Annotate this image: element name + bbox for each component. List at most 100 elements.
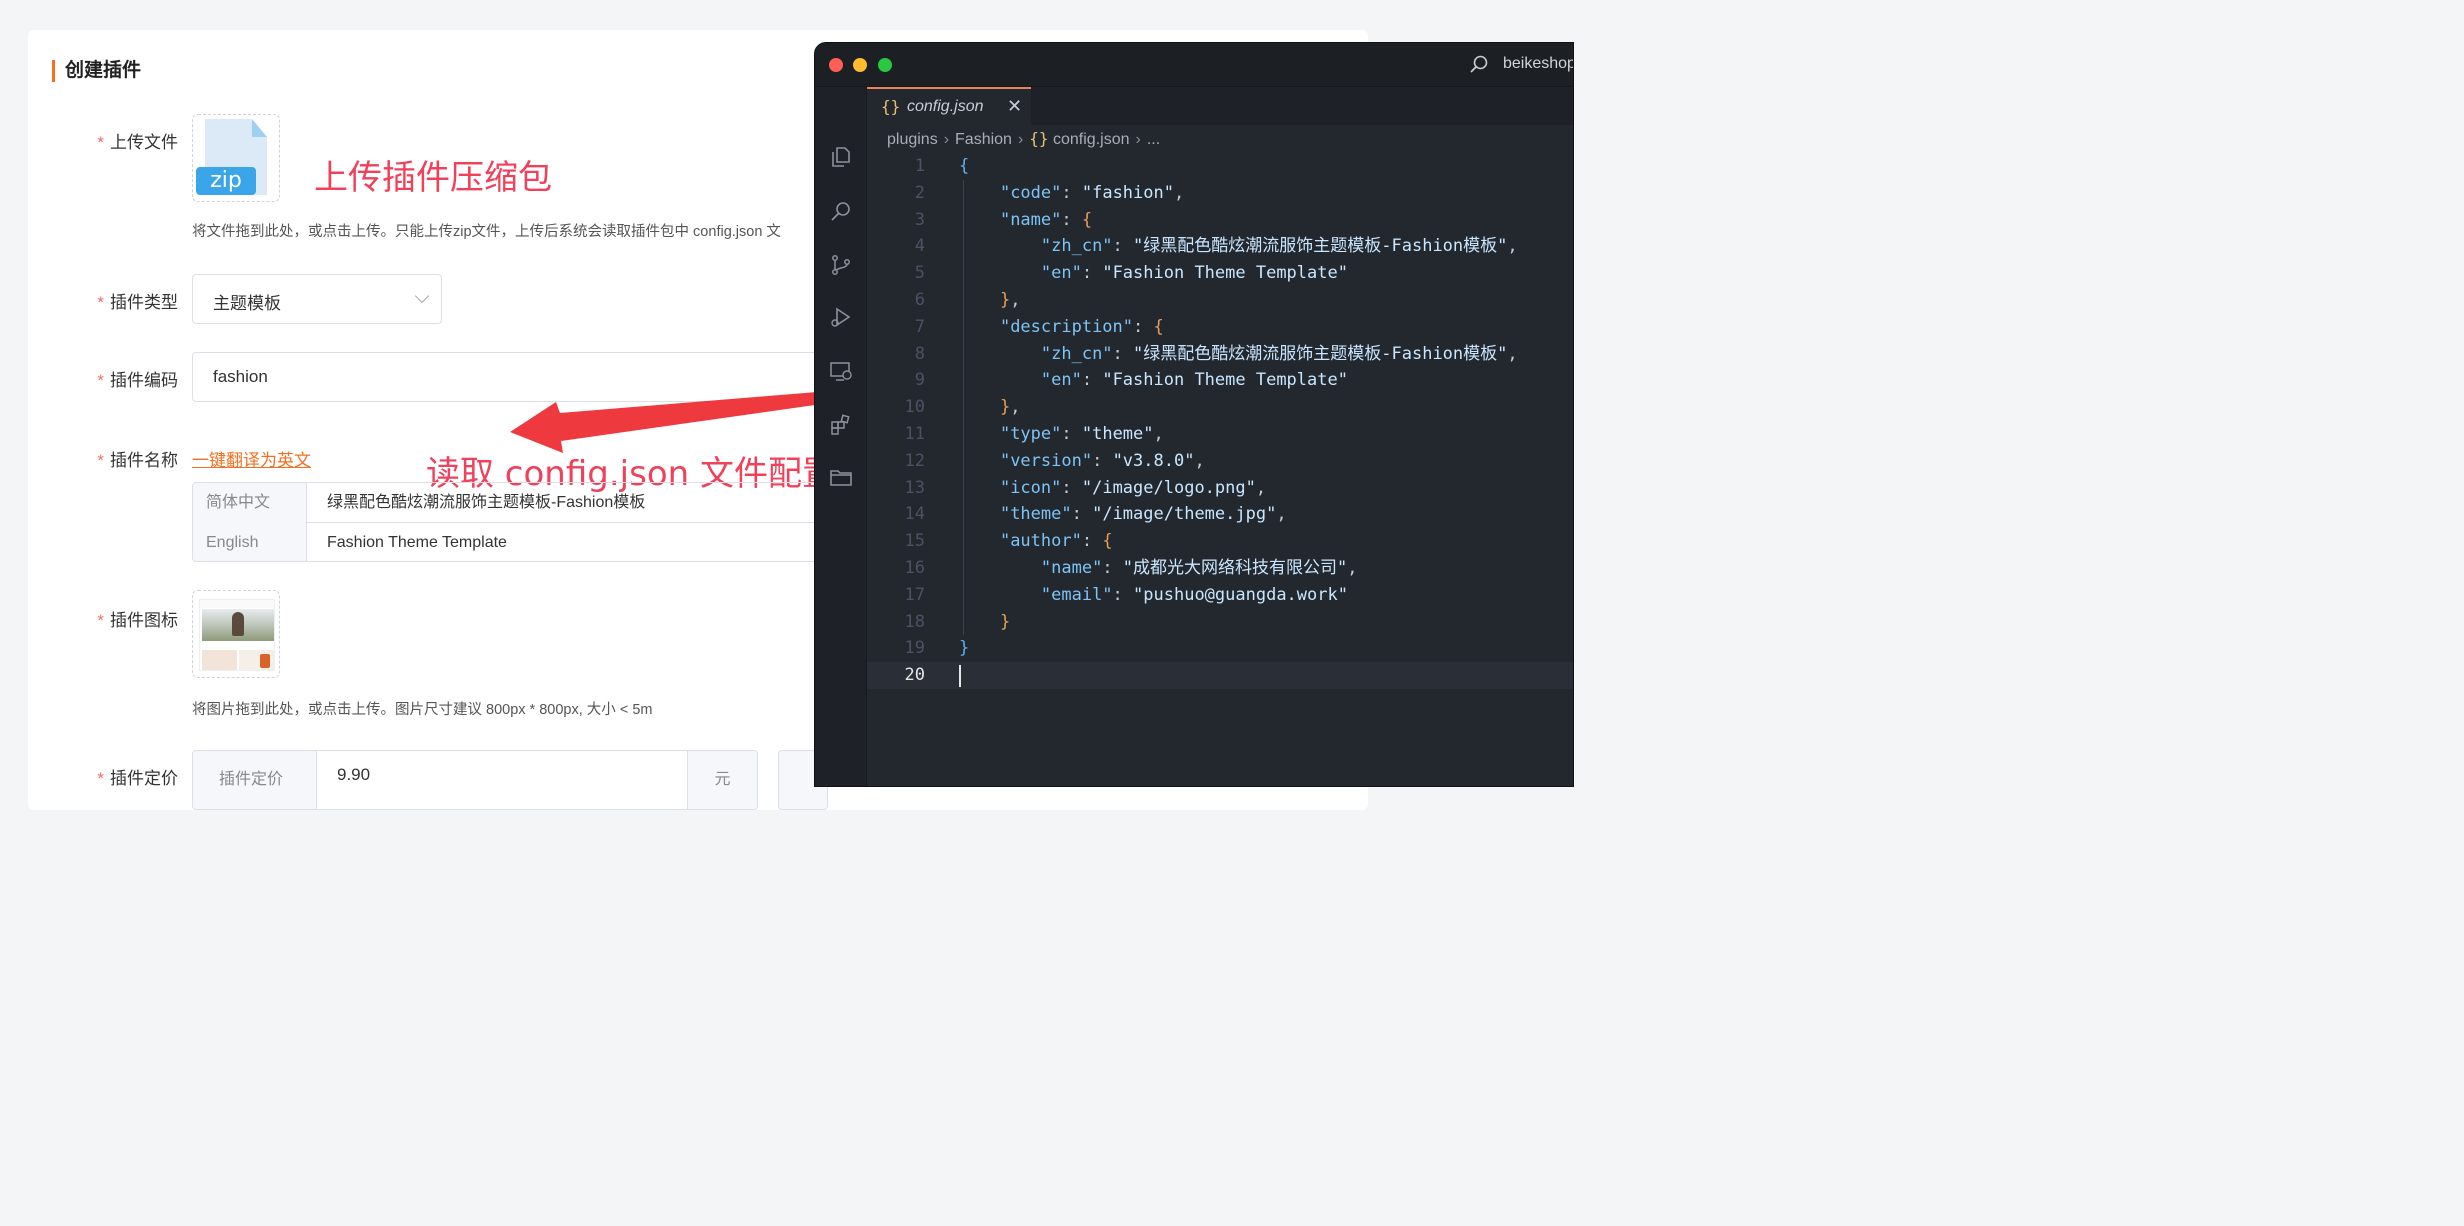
source-control-icon[interactable] [829, 253, 853, 277]
remote-explorer-icon[interactable] [829, 359, 853, 383]
line-number: 2 [914, 182, 925, 203]
line-number: 14 [904, 504, 925, 525]
code-line[interactable]: 10 }, [867, 394, 1573, 421]
price-unit: 元 [687, 751, 757, 809]
plugin-price-label: * 插件定价 [97, 769, 178, 788]
line-number: 9 [914, 370, 925, 391]
code-line[interactable]: 7 "description": { [867, 314, 1573, 341]
tab-bar: {} config.json ✕ [867, 87, 1573, 125]
code-line[interactable]: 12 "version": "v3.8.0", [867, 448, 1573, 475]
plugin-type-value: 主题模板 [213, 294, 281, 313]
plugin-type-label: * 插件类型 [97, 293, 178, 312]
zoom-window-button[interactable] [878, 58, 892, 72]
files-icon[interactable] [829, 145, 853, 169]
line-content: }, [999, 290, 1021, 310]
plugin-icon-label: * 插件图标 [97, 611, 178, 630]
search-icon[interactable] [1470, 55, 1488, 73]
code-line[interactable]: 16 "name": "成都光大网络科技有限公司", [867, 555, 1573, 582]
line-number: 13 [904, 477, 925, 498]
tab-label: config.json [907, 98, 984, 115]
plugin-name-table: 简体中文 绿黑配色酷炫潮流服饰主题模板-Fashion模板 English Fa… [192, 482, 892, 562]
line-number: 8 [914, 343, 925, 364]
zip-upload-dropzone[interactable]: zip [192, 114, 280, 202]
line-number: 16 [904, 558, 925, 578]
plugin-code-input[interactable]: fashion [192, 352, 892, 402]
line-content: "en": "Fashion Theme Template" [1040, 263, 1348, 284]
page-title: 创建插件 [52, 60, 141, 82]
plugin-icon-thumbnail [199, 599, 275, 671]
line-content: } [999, 611, 1011, 632]
close-icon[interactable]: ✕ [1007, 96, 1022, 117]
line-number: 5 [914, 263, 925, 284]
json-file-icon: {} [1029, 129, 1049, 148]
icon-upload-hint: 将图片拖到此处，或点击上传。图片尺寸建议 800px * 800px, 大小 <… [192, 702, 653, 718]
code-line[interactable]: 18 } [867, 609, 1573, 636]
code-line[interactable]: 20 [867, 662, 1573, 689]
lang-label: 简体中文 [193, 483, 307, 523]
icon-upload-dropzone[interactable] [192, 590, 280, 678]
line-content: { [959, 156, 970, 176]
line-content: "theme": "/image/theme.jpg", [999, 504, 1287, 525]
name-en-input[interactable]: Fashion Theme Template [327, 523, 507, 561]
breadcrumb-item[interactable]: ... [1147, 131, 1160, 148]
line-content: "version": "v3.8.0", [999, 450, 1205, 471]
minimize-window-button[interactable] [853, 58, 867, 72]
code-line[interactable]: 4 "zh_cn": "绿黑配色酷炫潮流服饰主题模板-Fashion模板", [867, 233, 1573, 260]
code-editor-window: beikeshop {} config.json ✕ plugins › Fas… [814, 42, 1574, 787]
search-icon[interactable] [829, 199, 853, 223]
code-line[interactable]: 9 "en": "Fashion Theme Template" [867, 367, 1573, 394]
code-line[interactable]: 11 "type": "theme", [867, 421, 1573, 448]
name-zh-input[interactable]: 绿黑配色酷炫潮流服饰主题模板-Fashion模板 [327, 483, 645, 523]
required-mark: * [97, 133, 104, 152]
code-line[interactable]: 17 "email": "pushuo@guangda.work" [867, 582, 1573, 609]
tab-config-json[interactable]: {} config.json ✕ [867, 87, 1031, 125]
line-number: 17 [904, 584, 925, 605]
close-window-button[interactable] [829, 58, 843, 72]
code-line[interactable]: 15 "author": { [867, 528, 1573, 555]
code-line[interactable]: 13 "icon": "/image/logo.png", [867, 475, 1573, 502]
breadcrumb: plugins › Fashion ›{} config.json ›... [887, 129, 1161, 148]
line-number: 4 [914, 236, 925, 257]
code-line[interactable]: 2 "code": "fashion", [867, 180, 1573, 207]
price-prefix: 插件定价 [193, 751, 317, 809]
code-line[interactable]: 8 "zh_cn": "绿黑配色酷炫潮流服饰主题模板-Fashion模板", [867, 341, 1573, 368]
code-area[interactable]: 1{2 "code": "fashion", 3 "name": {4 "zh_c… [867, 153, 1573, 753]
code-line[interactable]: 14 "theme": "/image/theme.jpg", [867, 501, 1573, 528]
code-line[interactable]: 5 "en": "Fashion Theme Template" [867, 260, 1573, 287]
line-number: 11 [904, 424, 925, 444]
code-line[interactable]: 3 "name": { [867, 207, 1573, 234]
line-number: 20 [904, 665, 925, 686]
indent-guide [963, 179, 964, 636]
breadcrumb-item[interactable]: Fashion [955, 131, 1012, 148]
name-row-zh: 简体中文 绿黑配色酷炫潮流服饰主题模板-Fashion模板 [193, 483, 891, 523]
code-line[interactable]: 19} [867, 635, 1573, 662]
upload-file-label: * 上传文件 [97, 133, 178, 152]
plugin-price-input[interactable]: 插件定价 9.90 元 [192, 750, 758, 810]
line-number: 10 [904, 397, 925, 418]
code-line[interactable]: 6 }, [867, 287, 1573, 314]
line-content: }, [999, 397, 1021, 418]
breadcrumb-item[interactable]: plugins [887, 131, 938, 148]
code-line[interactable]: 1{ [867, 153, 1573, 180]
upload-file-hint: 将文件拖到此处，或点击上传。只能上传zip文件，上传后系统会读取插件包中 con… [192, 224, 781, 240]
translate-to-english-link[interactable]: 一键翻译为英文 [192, 446, 311, 471]
line-content: } [959, 638, 970, 659]
breadcrumb-item[interactable]: config.json [1053, 131, 1130, 148]
line-number: 3 [914, 209, 925, 230]
line-content: "zh_cn": "绿黑配色酷炫潮流服饰主题模板-Fashion模板", [1040, 343, 1518, 364]
window-title: beikeshop [1503, 55, 1574, 72]
zip-file-tag: zip [196, 167, 256, 195]
plugin-name-label: * 插件名称 [97, 451, 178, 470]
line-content: "zh_cn": "绿黑配色酷炫潮流服饰主题模板-Fashion模板", [1040, 236, 1518, 257]
line-content: "name": { [999, 209, 1093, 230]
line-number: 15 [904, 531, 925, 552]
activity-bar [815, 87, 867, 786]
run-debug-icon[interactable] [829, 305, 853, 329]
line-content: "icon": "/image/logo.png", [999, 477, 1267, 498]
line-content: "type": "theme", [999, 424, 1164, 444]
json-file-icon: {} [881, 97, 901, 116]
line-number: 1 [914, 156, 925, 176]
extensions-icon[interactable] [829, 413, 853, 437]
folder-icon[interactable] [829, 465, 853, 489]
plugin-type-select[interactable]: 主题模板 [192, 274, 442, 324]
